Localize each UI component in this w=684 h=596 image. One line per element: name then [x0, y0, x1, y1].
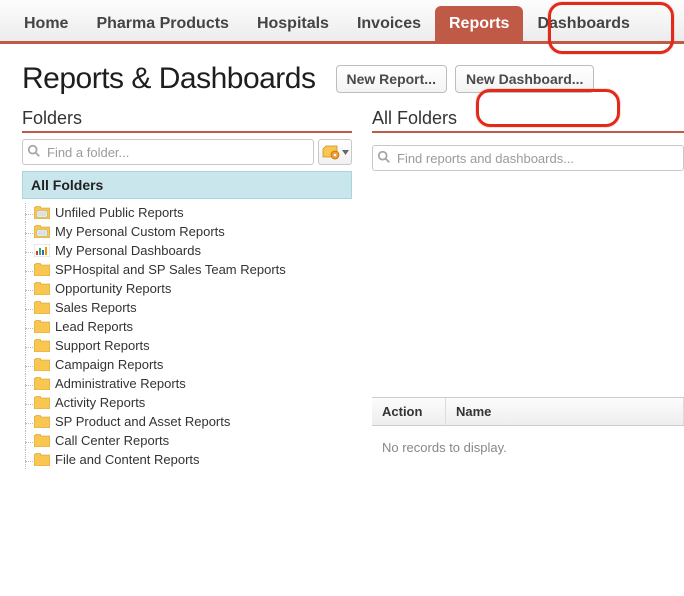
main-search: [372, 145, 684, 387]
folder-item-label: My Personal Dashboards: [55, 243, 201, 258]
folder-item[interactable]: Lead Reports: [34, 317, 352, 336]
folder-item-label: Lead Reports: [55, 319, 133, 334]
folder-item[interactable]: Call Center Reports: [34, 431, 352, 450]
main-panel: All Folders Action Name No records to di…: [372, 108, 684, 469]
folder-item-label: SP Product and Asset Reports: [55, 414, 230, 429]
folder-item[interactable]: File and Content Reports: [34, 450, 352, 469]
top-nav: Home Pharma Products Hospitals Invoices …: [0, 0, 684, 44]
page-title: Reports & Dashboards: [22, 62, 316, 96]
main-panel-title: All Folders: [372, 108, 684, 133]
nav-pharma-products[interactable]: Pharma Products: [82, 6, 242, 41]
folder-item[interactable]: Unfiled Public Reports: [34, 203, 352, 222]
folder-tree: Unfiled Public Reports My Personal Custom…: [22, 199, 352, 469]
folder-item-label: Sales Reports: [55, 300, 137, 315]
new-dashboard-button[interactable]: New Dashboard...: [455, 65, 594, 93]
folder-settings-button[interactable]: [318, 139, 352, 165]
new-report-button[interactable]: New Report...: [336, 65, 447, 93]
folder-item[interactable]: SPHospital and SP Sales Team Reports: [34, 260, 352, 279]
folder-item[interactable]: Opportunity Reports: [34, 279, 352, 298]
nav-home[interactable]: Home: [10, 6, 82, 41]
folder-gear-icon: [322, 145, 340, 160]
folder-item[interactable]: My Personal Custom Reports: [34, 222, 352, 241]
folder-item-label: Administrative Reports: [55, 376, 186, 391]
folder-item[interactable]: Sales Reports: [34, 298, 352, 317]
folder-item[interactable]: Administrative Reports: [34, 374, 352, 393]
empty-message: No records to display.: [372, 426, 684, 469]
folder-item-label: Call Center Reports: [55, 433, 169, 448]
all-folders-node[interactable]: All Folders: [22, 171, 352, 199]
folder-item-label: Campaign Reports: [55, 357, 163, 372]
folder-item-label: File and Content Reports: [55, 452, 200, 467]
column-action[interactable]: Action: [372, 398, 446, 425]
folder-item-label: Unfiled Public Reports: [55, 205, 184, 220]
folder-search-input[interactable]: [22, 139, 314, 165]
folder-item-label: Support Reports: [55, 338, 150, 353]
folder-item[interactable]: My Personal Dashboards: [34, 241, 352, 260]
folders-panel-title: Folders: [22, 108, 352, 133]
folder-item-label: My Personal Custom Reports: [55, 224, 225, 239]
folder-search: [22, 139, 314, 165]
search-icon: [27, 144, 41, 158]
table-header: Action Name: [372, 397, 684, 426]
nav-dashboards[interactable]: Dashboards: [523, 6, 643, 41]
column-name[interactable]: Name: [446, 398, 684, 425]
search-icon: [377, 150, 391, 164]
folder-item-label: Opportunity Reports: [55, 281, 171, 296]
page-header: Reports & Dashboards New Report... New D…: [22, 62, 684, 96]
folder-item-label: SPHospital and SP Sales Team Reports: [55, 262, 286, 277]
nav-invoices[interactable]: Invoices: [343, 6, 435, 41]
main-search-input[interactable]: [372, 145, 684, 171]
chevron-down-icon: [342, 150, 349, 155]
folder-item[interactable]: Support Reports: [34, 336, 352, 355]
folder-item-label: Activity Reports: [55, 395, 145, 410]
folders-panel: Folders: [22, 108, 352, 469]
nav-hospitals[interactable]: Hospitals: [243, 6, 343, 41]
folder-item[interactable]: Campaign Reports: [34, 355, 352, 374]
nav-reports[interactable]: Reports: [435, 6, 523, 41]
folder-item[interactable]: Activity Reports: [34, 393, 352, 412]
folder-item[interactable]: SP Product and Asset Reports: [34, 412, 352, 431]
